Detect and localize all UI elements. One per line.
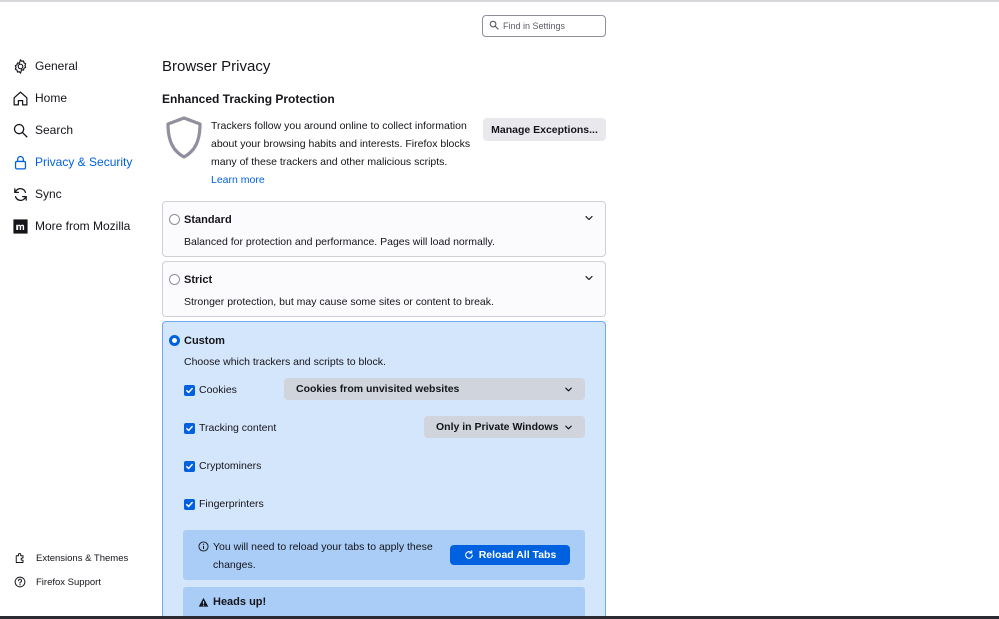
help-icon: [14, 576, 26, 588]
heads-up-title: Heads up!: [213, 596, 267, 608]
sidebar-item-label: General: [35, 59, 78, 73]
chevron-down-icon[interactable]: [584, 273, 594, 283]
window-top-border: [0, 0, 999, 2]
etp-description: Trackers follow you around online to col…: [211, 120, 471, 186]
learn-more-link[interactable]: Learn more: [211, 174, 265, 186]
reload-all-tabs-button[interactable]: Reload All Tabs: [450, 545, 570, 565]
reload-button-label: Reload All Tabs: [478, 549, 557, 561]
cookies-select[interactable]: Cookies from unvisited websites: [284, 378, 585, 400]
search-icon: [12, 122, 29, 139]
option-description: Stronger protection, but may cause some …: [184, 296, 494, 308]
select-value: Cookies from unvisited websites: [296, 383, 460, 395]
check-icon: [186, 463, 193, 470]
cryptominers-checkbox[interactable]: [184, 461, 195, 472]
fingerprinters-checkbox[interactable]: [184, 499, 195, 510]
lock-icon: [12, 154, 29, 171]
sidebar-item-label: More from Mozilla: [35, 219, 131, 233]
sidebar-item-extensions-themes[interactable]: Extensions & Themes: [14, 547, 128, 569]
sidebar-item-home[interactable]: Home: [12, 87, 67, 109]
sidebar-item-search[interactable]: Search: [12, 119, 73, 141]
page-title: Browser Privacy: [162, 58, 271, 75]
sidebar-item-label: Home: [35, 91, 68, 105]
reload-notice-text: You will need to reload your tabs to app…: [213, 541, 433, 571]
check-icon: [186, 425, 193, 432]
sidebar-item-more-from-mozilla[interactable]: More from Mozilla: [12, 215, 130, 237]
fingerprinters-label: Fingerprinters: [199, 498, 264, 510]
search-icon: [489, 17, 499, 35]
check-icon: [186, 387, 193, 394]
sidebar-item-firefox-support[interactable]: Firefox Support: [14, 571, 101, 593]
option-title: Strict: [184, 274, 213, 286]
info-icon: [198, 541, 209, 552]
tracking-content-label: Tracking content: [199, 422, 277, 434]
standard-radio[interactable]: [169, 214, 180, 225]
mozilla-icon: [12, 218, 29, 235]
cookies-checkbox[interactable]: [184, 385, 195, 396]
tracking-content-select[interactable]: Only in Private Windows: [424, 416, 585, 438]
sync-icon: [12, 186, 29, 203]
manage-exceptions-button[interactable]: Manage Exceptions...: [483, 118, 606, 141]
sidebar-item-label: Privacy & Security: [35, 155, 133, 169]
sidebar-item-privacy-security[interactable]: Privacy & Security: [12, 151, 132, 173]
option-description: Choose which trackers and scripts to blo…: [184, 356, 386, 368]
sidebar-item-general[interactable]: General: [12, 55, 78, 77]
puzzle-icon: [14, 552, 26, 564]
cookies-label: Cookies: [199, 384, 237, 396]
select-value: Only in Private Windows: [436, 421, 559, 433]
heads-up-notice: Heads up!: [183, 587, 585, 619]
reload-icon: [464, 550, 473, 559]
settings-search-box[interactable]: [482, 15, 606, 37]
section-title-etp: Enhanced Tracking Protection: [162, 92, 335, 106]
warning-icon: [198, 597, 209, 607]
chevron-down-icon: [565, 387, 572, 391]
home-icon: [12, 90, 29, 107]
option-custom-card[interactable]: Custom Choose which trackers and scripts…: [162, 321, 606, 619]
sidebar-item-label: Search: [35, 123, 74, 137]
reload-notice: You will need to reload your tabs to app…: [183, 530, 585, 580]
option-title: Standard: [184, 214, 232, 226]
chevron-down-icon: [565, 425, 572, 429]
strict-radio[interactable]: [169, 274, 180, 285]
tracking-content-checkbox[interactable]: [184, 423, 195, 434]
sidebar-item-sync[interactable]: Sync: [12, 183, 62, 205]
sidebar-item-label: Firefox Support: [36, 576, 101, 588]
gear-icon: [12, 58, 29, 75]
custom-radio[interactable]: [169, 335, 180, 346]
check-icon: [186, 501, 193, 508]
chevron-down-icon[interactable]: [584, 213, 594, 223]
sidebar-item-label: Extensions & Themes: [36, 552, 129, 564]
option-strict-card[interactable]: Strict Stronger protection, but may caus…: [162, 261, 606, 317]
search-input[interactable]: [503, 21, 603, 31]
option-standard-card[interactable]: Standard Balanced for protection and per…: [162, 201, 606, 257]
cryptominers-label: Cryptominers: [199, 460, 262, 472]
sidebar-item-label: Sync: [35, 187, 62, 201]
option-title: Custom: [184, 335, 225, 347]
option-description: Balanced for protection and performance.…: [184, 236, 495, 248]
shield-icon: [164, 115, 204, 160]
